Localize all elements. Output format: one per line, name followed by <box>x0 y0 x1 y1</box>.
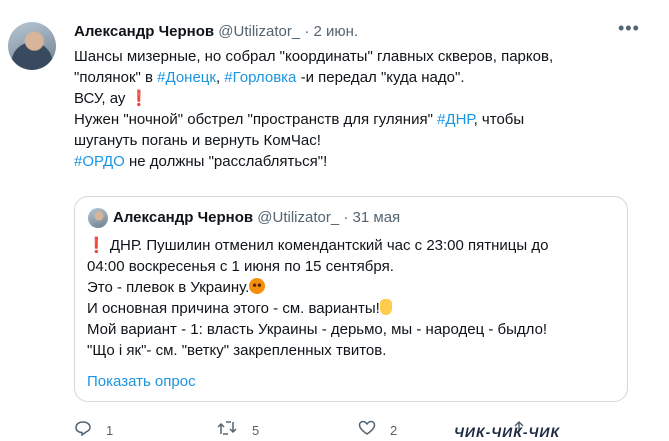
quoted-header: Александр Чернов @Utilizator_ · 31 мая <box>113 208 400 228</box>
quoted-line: 04:00 воскресенья с 1 июня по 15 сентябр… <box>87 258 394 275</box>
tweet-text: Шансы мизерные, но собрал "координаты" г… <box>74 46 644 172</box>
tweet-date[interactable]: 2 июн. <box>314 23 359 40</box>
tweet-line: Шансы мизерные, но собрал "координаты" г… <box>74 48 554 65</box>
quoted-line: И основная причина этого - см. варианты! <box>87 298 617 319</box>
quoted-author-name: Александр Чернов <box>113 209 254 226</box>
author-handle[interactable]: @Utilizator_ <box>218 23 300 40</box>
reply-button[interactable]: 1 <box>74 420 113 441</box>
reply-icon <box>74 420 92 441</box>
hashtag-link[interactable]: #Горловка <box>224 69 296 86</box>
hashtag-link[interactable]: #ДНР <box>437 111 474 128</box>
retweet-icon <box>216 420 238 441</box>
separator-dot: · <box>343 209 349 226</box>
tweet-line: #ОРДО не должны "расслабляться"! <box>74 153 328 170</box>
quoted-tweet[interactable]: Александр Чернов @Utilizator_ · 31 мая ❗… <box>74 196 628 402</box>
quoted-date: 31 мая <box>352 209 401 226</box>
like-count: 2 <box>390 423 398 438</box>
watermark: ЧИК-ЧИК-ЧИК <box>454 424 561 440</box>
exclamation-icon: ❗ <box>87 237 106 254</box>
quoted-line: Мой вариант - 1: власть Украины - дерьмо… <box>87 321 548 338</box>
tweet-line: ВСУ, ау ❗ <box>74 90 149 107</box>
quoted-author-handle: @Utilizator_ <box>257 209 340 226</box>
quoted-line: ❗ ДНР. Пушилин отменил комендантский час… <box>87 237 549 254</box>
heart-icon <box>358 420 376 441</box>
reply-count: 1 <box>106 423 114 438</box>
separator-dot: · <box>304 23 310 40</box>
angry-face-icon <box>249 278 266 294</box>
quoted-avatar <box>88 208 108 228</box>
show-poll-link[interactable]: Показать опрос <box>87 373 196 390</box>
quoted-text: ❗ ДНР. Пушилин отменил комендантский час… <box>87 235 617 361</box>
quoted-line: Это - плевок в Украину. <box>87 277 617 298</box>
tweet-line: шугануть погань и вернуть КомЧас! <box>74 132 321 149</box>
retweet-button[interactable]: 5 <box>216 420 259 441</box>
pointing-down-icon <box>379 299 392 315</box>
more-icon[interactable]: ••• <box>618 18 640 39</box>
tweet-line: Нужен "ночной" обстрел "пространств для … <box>74 111 525 128</box>
tweet-header: Александр Чернов @Utilizator_ · 2 июн. <box>74 22 358 42</box>
author-name[interactable]: Александр Чернов <box>74 23 214 40</box>
quoted-line: "Що і як"- см. "ветку" закрепленных твит… <box>87 342 387 359</box>
like-button[interactable]: 2 <box>358 420 397 441</box>
exclamation-icon: ❗ <box>129 90 149 107</box>
tweet-line: "полянок" в #Донецк, #Горловка -и переда… <box>74 69 465 86</box>
hashtag-link[interactable]: #ОРДО <box>74 153 125 170</box>
hashtag-link[interactable]: #Донецк <box>157 69 216 86</box>
retweet-count: 5 <box>252 423 260 438</box>
avatar[interactable] <box>8 22 56 70</box>
